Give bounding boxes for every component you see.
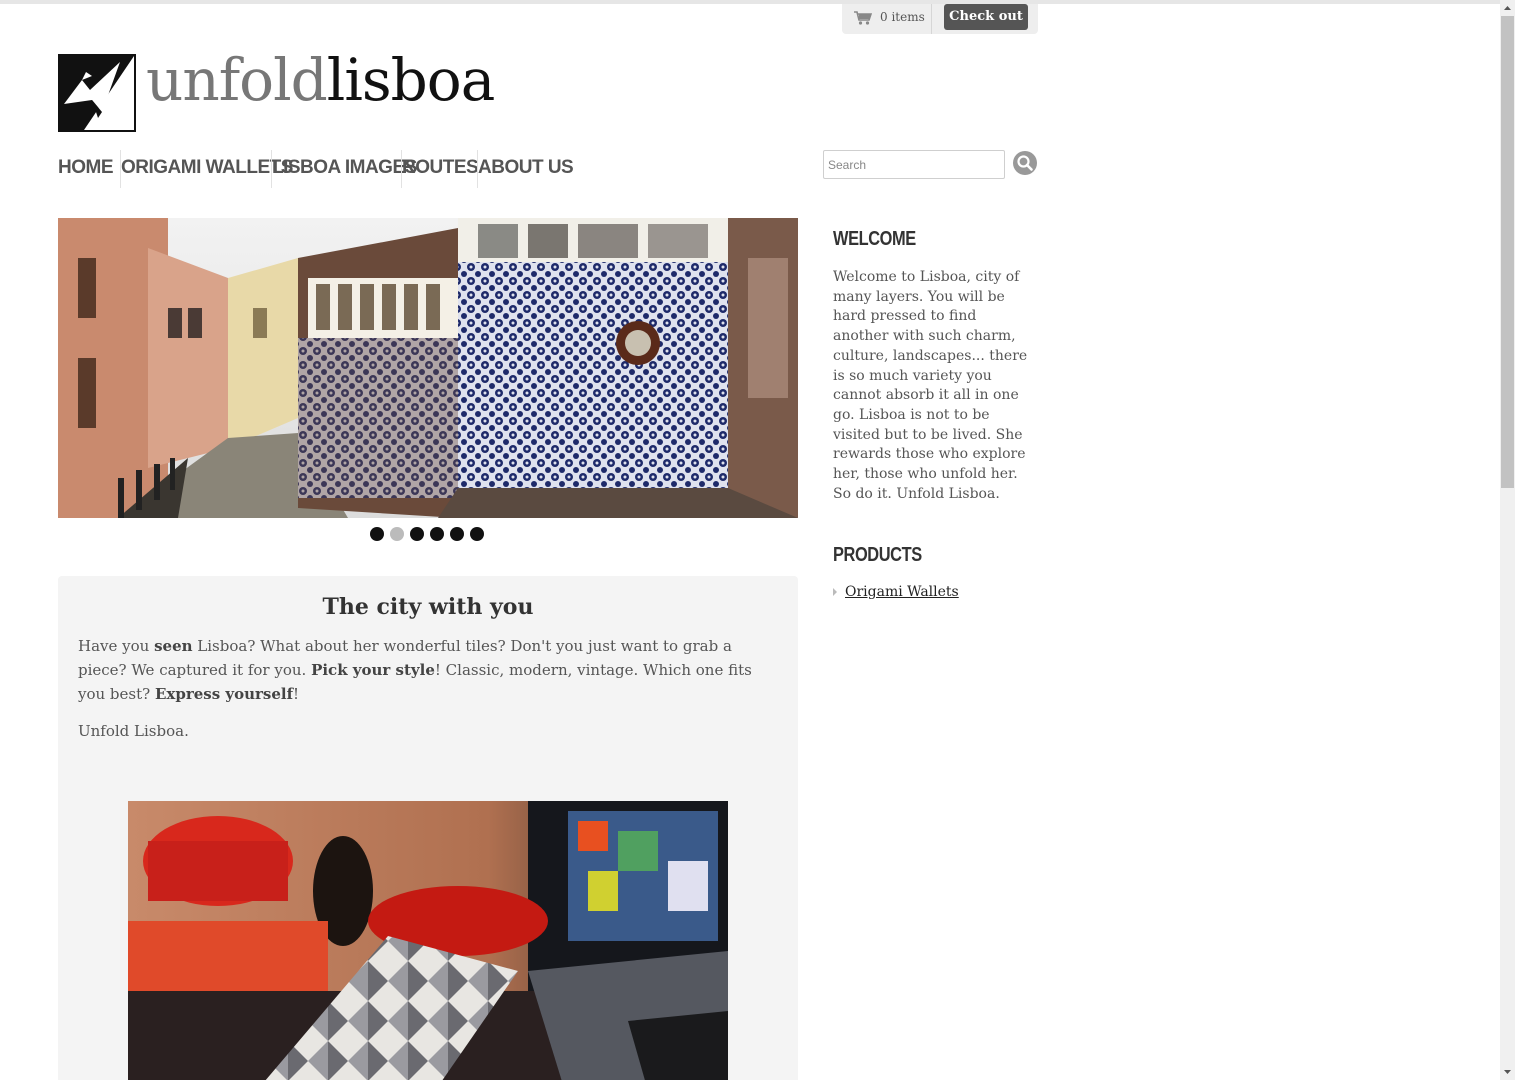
logo-mark[interactable] [58,54,136,132]
hero-slideshow-image[interactable] [58,218,798,518]
slide-dot-5[interactable] [450,527,464,541]
page-scrollbar[interactable] [1500,0,1515,1080]
intro-bold-pick: Pick your style [311,661,435,679]
slide-dot-2[interactable] [390,527,404,541]
logo-word-unfold: unfold [146,46,328,114]
top-border [0,0,1500,4]
search-input[interactable] [823,150,1005,179]
scroll-down-arrow-icon[interactable] [1500,1064,1515,1080]
origami-wallet-desk-photo [128,801,728,1080]
cart-divider [931,4,932,34]
intro-signature: Unfold Lisboa. [78,722,189,740]
slide-dot-6[interactable] [470,527,484,541]
origami-bird-icon [58,54,136,132]
scrollbar-thumb[interactable] [1501,16,1514,488]
intro-bold-seen: seen [154,637,193,655]
search-icon [1017,155,1033,171]
nav-label-routes[interactable]: Routes [402,157,479,178]
search-button[interactable] [1013,151,1037,175]
logo-wordmark[interactable]: unfoldlisboa [146,46,495,116]
nav-item-lisboa-images[interactable]: Lisboa Images [271,150,417,188]
nav-item-home[interactable]: Home [58,150,120,188]
cart-bar: 0 items Check out [842,4,1038,34]
intro-text-4: ! [293,685,300,703]
nav-label-about-us[interactable]: About us [478,157,574,178]
slideshow-pagination [370,527,484,541]
nav-item-origami-wallets[interactable]: Origami Wallets [120,150,293,188]
checkout-button[interactable]: Check out [944,4,1028,30]
nav-item-about-us[interactable]: About us [477,150,574,188]
intro-text-1: Have you [78,637,155,655]
welcome-text: Welcome to Lisboa, city of many layers. … [833,269,1028,502]
main-nav: Home Origami Wallets Lisboa Images Route… [58,150,574,188]
cart-item-count[interactable]: 0 items [880,10,925,24]
scroll-up-arrow-icon[interactable] [1500,0,1515,16]
slide-dot-3[interactable] [410,527,424,541]
slide-dot-4[interactable] [430,527,444,541]
nav-label-home[interactable]: Home [58,157,114,178]
tram-street-photo [58,218,798,518]
intro-content-box: The city with you Have you seen Lisboa? … [58,576,798,1080]
product-link-origami-wallets[interactable]: Origami Wallets [845,584,959,600]
content-title: The city with you [322,594,534,620]
logo-word-lisboa: lisboa [326,46,495,114]
nav-label-lisboa-images[interactable]: Lisboa Images [272,157,417,178]
products-heading: Products [833,544,922,566]
intro-bold-express: Express yourself [154,685,294,703]
wallet-photo [128,801,728,1080]
welcome-heading: Welcome [833,228,916,250]
nav-label-origami-wallets[interactable]: Origami Wallets [121,157,293,178]
cart-icon[interactable] [854,11,872,25]
nav-item-routes[interactable]: Routes [401,150,479,188]
slide-dot-1[interactable] [370,527,384,541]
intro-paragraph: Have you seen Lisboa? What about her won… [78,634,778,706]
bullet-arrow-icon [833,588,837,596]
